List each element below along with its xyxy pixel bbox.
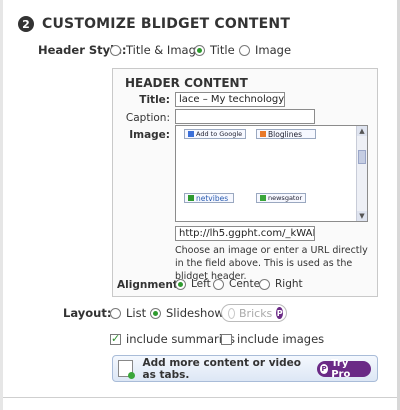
- radio-align-center[interactable]: [213, 278, 224, 290]
- include-summaries-option[interactable]: include summaries: [110, 332, 235, 346]
- header-content-box: HEADER CONTENT Title: lace – My technolo…: [112, 68, 378, 297]
- layout-option-bricks[interactable]: Bricks P: [221, 304, 287, 322]
- radio-layout-slideshow[interactable]: [150, 307, 161, 319]
- add-tab-icon: [118, 360, 134, 379]
- radio-layout-list[interactable]: [110, 307, 121, 319]
- pro-icon: P: [319, 363, 329, 374]
- alignment-label: Alignment:: [117, 279, 183, 291]
- radio-title-image[interactable]: [110, 44, 121, 56]
- alignment-option-left[interactable]: Left: [175, 278, 211, 290]
- alignment-option-center[interactable]: Center: [213, 278, 264, 290]
- include-summaries-checkbox[interactable]: [110, 332, 121, 345]
- image-chooser-list[interactable]: Add to Google Bloglines netvibes newsgat…: [175, 125, 368, 222]
- promo-text: Add more content or video as tabs.: [142, 356, 301, 381]
- netvibes-icon: [188, 195, 194, 201]
- header-content-heading: HEADER CONTENT: [125, 76, 248, 90]
- image-option-netvibes[interactable]: netvibes: [184, 193, 234, 203]
- header-style-option-title-image[interactable]: Title & Image: [110, 43, 203, 57]
- layout-label: Layout:: [63, 306, 112, 320]
- panel-left-border: [0, 0, 3, 410]
- bloglines-icon: [260, 131, 266, 137]
- image-option-add-to-google[interactable]: Add to Google: [184, 129, 247, 139]
- customize-panel: 2 CUSTOMIZE BLIDGET CONTENT Header Style…: [0, 0, 400, 410]
- image-label: Image:: [129, 129, 170, 141]
- step-number-badge: 2: [18, 16, 34, 32]
- panel-bottom-divider: [3, 397, 397, 398]
- image-option-bloglines[interactable]: Bloglines: [256, 129, 316, 139]
- header-style-option-image[interactable]: Image: [239, 43, 291, 57]
- scroll-thumb[interactable]: [358, 150, 366, 164]
- image-list-scrollbar[interactable]: ▲ ▼: [356, 126, 367, 221]
- try-pro-promo-bar: Add more content or video as tabs. P Try…: [112, 355, 378, 382]
- radio-align-right[interactable]: [259, 278, 270, 290]
- option-label: Title & Image: [126, 43, 203, 57]
- section-title: CUSTOMIZE BLIDGET CONTENT: [42, 16, 291, 32]
- title-label: Title:: [139, 94, 170, 106]
- scroll-up-arrow-icon[interactable]: ▲: [357, 126, 367, 136]
- google-icon: [188, 131, 194, 137]
- caption-input[interactable]: [175, 109, 315, 124]
- option-label: Title: [210, 43, 235, 57]
- newsgator-icon: [260, 195, 266, 201]
- title-input[interactable]: lace – My technology place: [175, 92, 285, 107]
- include-images-checkbox[interactable]: [221, 333, 232, 345]
- radio-title[interactable]: [194, 44, 205, 56]
- pro-badge-icon: P: [276, 307, 283, 319]
- section-header: 2 CUSTOMIZE BLIDGET CONTENT: [18, 14, 290, 34]
- layout-option-list[interactable]: List: [110, 306, 146, 320]
- option-label: Image: [255, 43, 292, 57]
- image-url-input[interactable]: http://lh5.ggpht.com/_kWAKw3lZL: [175, 226, 315, 241]
- radio-image[interactable]: [239, 44, 250, 56]
- image-option-newsgator[interactable]: newsgator: [256, 193, 307, 203]
- scroll-down-arrow-icon[interactable]: ▼: [357, 211, 367, 221]
- radio-layout-bricks[interactable]: [228, 307, 236, 319]
- radio-align-left[interactable]: [175, 278, 186, 290]
- include-images-option[interactable]: include images: [221, 332, 324, 346]
- layout-option-slideshow[interactable]: Slideshow: [150, 306, 224, 320]
- header-style-option-title[interactable]: Title: [194, 43, 235, 57]
- try-pro-button[interactable]: P Try Pro: [316, 358, 371, 380]
- caption-label: Caption:: [125, 112, 170, 124]
- alignment-option-right[interactable]: Right: [259, 278, 303, 290]
